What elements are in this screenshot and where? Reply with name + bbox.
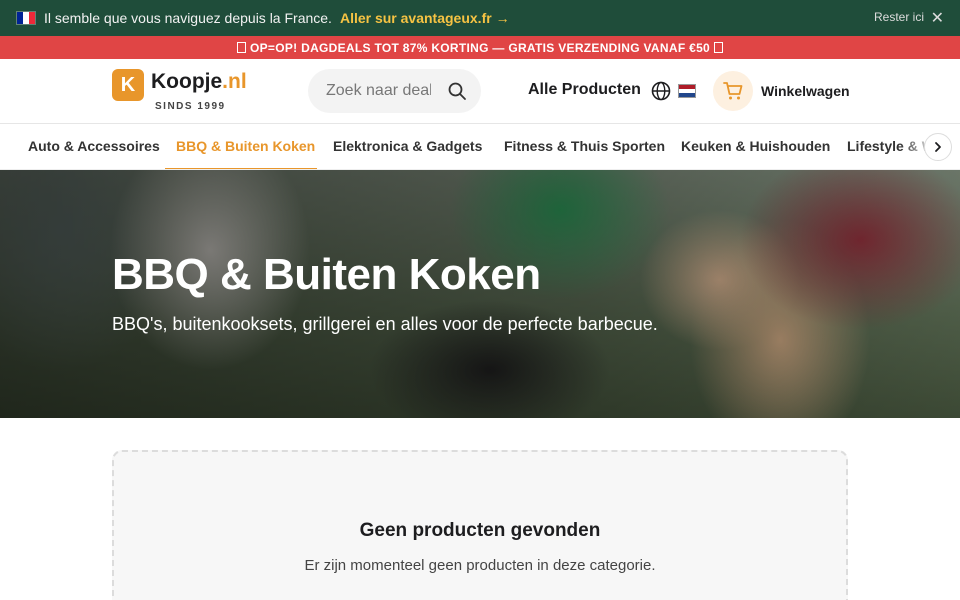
tab-keuken-huishouden[interactable]: Keuken & Huishouden (681, 138, 830, 154)
chevron-right-icon (935, 142, 941, 152)
tab-bbq-buiten-koken[interactable]: BBQ & Buiten Koken (176, 138, 315, 154)
fire-icon (714, 42, 724, 53)
promo-banner: OP=OP! DAGDEALS TOT 87% KORTING — GRATIS… (0, 36, 960, 59)
region-notice-message: Il semble que vous naviguez depuis la Fr… (44, 10, 332, 26)
search-bar (308, 69, 481, 113)
france-flag-icon (16, 11, 36, 25)
cart-label[interactable]: Winkelwagen (761, 83, 850, 99)
netherlands-flag-icon[interactable] (678, 84, 696, 98)
empty-state: Geen producten gevonden Er zijn momentee… (112, 450, 848, 600)
globe-icon[interactable] (651, 81, 671, 101)
hero-subtitle: BBQ's, buitenkooksets, grillgerei en all… (112, 314, 658, 334)
stay-here-button[interactable]: Rester ici (874, 10, 924, 24)
hero-title: BBQ & Buiten Koken (112, 250, 541, 299)
region-notice-bar: Il semble que vous naviguez depuis la Fr… (0, 0, 960, 36)
promo-text: OP=OP! DAGDEALS TOT 87% KORTING — GRATIS… (249, 40, 711, 55)
logo-tagline: SINDS 1999 (155, 101, 226, 112)
tab-auto-accessoires[interactable]: Auto & Accessoires (28, 138, 160, 154)
close-icon[interactable]: ✕ (931, 8, 944, 28)
all-products-link[interactable]: Alle Producten (528, 81, 641, 99)
site-header: K Koopje.nl SINDS 1999 Alle Producten Wi… (0, 59, 960, 124)
tab-fitness-thuis-sporten[interactable]: Fitness & Thuis Sporten (504, 138, 665, 154)
scroll-right-button[interactable] (924, 133, 952, 161)
empty-state-title: Geen producten gevonden (359, 520, 601, 541)
empty-state-message: Er zijn momenteel geen producten in deze… (304, 557, 656, 574)
tab-elektronica-gadgets[interactable]: Elektronica & Gadgets (333, 138, 482, 154)
logo[interactable]: K Koopje.nl SINDS 1999 (112, 69, 262, 113)
category-nav: Auto & Accessoires BBQ & Buiten Koken El… (0, 124, 960, 170)
search-input[interactable] (326, 82, 431, 100)
logo-mark: K (112, 69, 144, 101)
cart-button[interactable] (713, 71, 753, 111)
category-hero: BBQ & Buiten Koken BBQ's, buitenkooksets… (0, 170, 960, 418)
cart-icon (723, 82, 743, 100)
search-icon[interactable] (447, 81, 467, 101)
redirect-link[interactable]: Aller sur avantageux.fr → (340, 10, 510, 26)
fire-icon (236, 42, 246, 53)
logo-name: Koopje.nl (151, 70, 247, 93)
